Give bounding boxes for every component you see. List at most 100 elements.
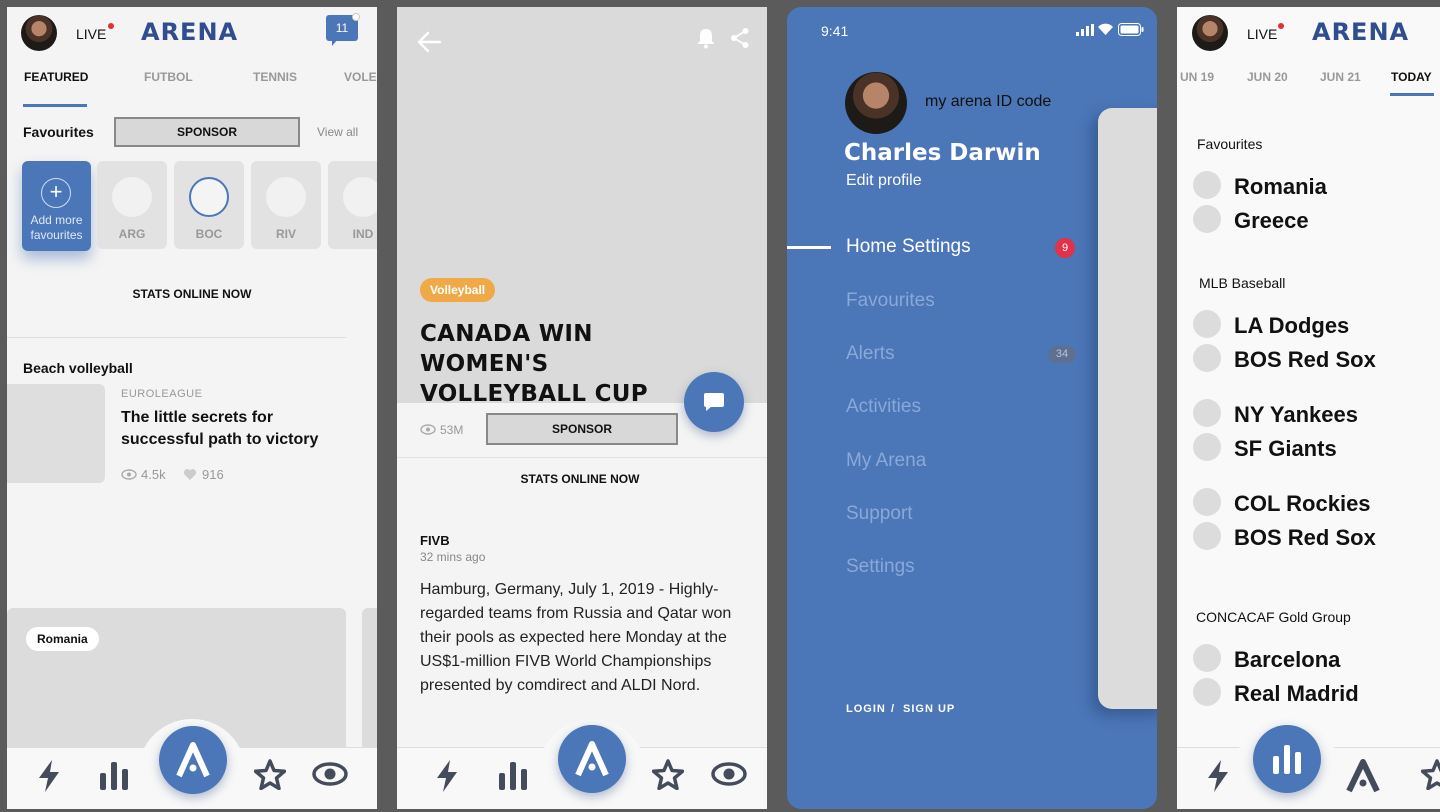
- team-name[interactable]: Barcelona: [1234, 647, 1340, 673]
- team-logo-icon: [1193, 644, 1221, 672]
- team-name[interactable]: BOS Red Sox: [1234, 347, 1376, 373]
- bolt-icon[interactable]: [1206, 759, 1230, 793]
- edit-profile-link[interactable]: Edit profile: [846, 172, 922, 190]
- article-screen: Volleyball CANADA WIN WOMEN'S VOLLEYBALL…: [397, 7, 767, 809]
- team-name[interactable]: LA Dodges: [1234, 313, 1349, 339]
- login-link[interactable]: LOGIN: [846, 703, 886, 715]
- comment-button[interactable]: [684, 372, 744, 432]
- team-name[interactable]: Real Madrid: [1234, 681, 1359, 707]
- category-tag[interactable]: Volleyball: [420, 278, 496, 302]
- alerts-badge: 34: [1048, 346, 1076, 363]
- back-arrow-icon[interactable]: [416, 30, 442, 54]
- sponsor-banner[interactable]: SPONSOR: [486, 413, 678, 445]
- stats-icon: [1273, 745, 1301, 774]
- home-button[interactable]: [558, 725, 626, 793]
- plus-icon: +: [41, 178, 71, 208]
- card-tag: Romania: [26, 627, 99, 651]
- signup-link[interactable]: SIGN UP: [903, 703, 955, 715]
- live-dot: [1278, 23, 1284, 29]
- article-time: 32 mins ago: [420, 550, 486, 564]
- stats-icon[interactable]: [98, 759, 130, 791]
- avatar[interactable]: [21, 15, 57, 51]
- heart-icon[interactable]: [183, 468, 197, 481]
- arena-nav-icon[interactable]: [1346, 759, 1380, 793]
- view-all-link[interactable]: View all: [317, 125, 358, 139]
- eye-icon: [121, 469, 137, 480]
- article-thumbnail[interactable]: [7, 384, 105, 483]
- article-title[interactable]: The little secrets for successful path t…: [121, 407, 341, 451]
- tab-tennis[interactable]: TENNIS: [253, 70, 297, 84]
- add-more-label: Add more favourites: [30, 213, 83, 242]
- bolt-icon[interactable]: [37, 759, 61, 793]
- avatar[interactable]: [1192, 15, 1228, 51]
- divider: [397, 457, 767, 458]
- profile-name: Charles Darwin: [844, 140, 1041, 166]
- article-category: EUROLEAGUE: [121, 388, 203, 400]
- bell-icon[interactable]: [696, 27, 716, 49]
- menu-activities[interactable]: Activities: [846, 396, 921, 418]
- menu-favourites[interactable]: Favourites: [846, 290, 935, 312]
- eye-nav-icon[interactable]: [711, 762, 747, 786]
- stats-online-now[interactable]: STATS ONLINE NOW: [7, 287, 377, 301]
- bolt-icon[interactable]: [435, 759, 459, 793]
- share-icon[interactable]: [730, 27, 750, 49]
- menu-alerts[interactable]: Alerts: [846, 343, 895, 365]
- headline: CANADA WIN WOMEN'S VOLLEYBALL CUP: [420, 321, 648, 407]
- date-today[interactable]: TODAY: [1391, 70, 1432, 84]
- team-name[interactable]: Romania: [1234, 174, 1327, 200]
- star-icon[interactable]: [652, 759, 684, 790]
- view-count: 53M: [440, 423, 464, 437]
- home-button[interactable]: [159, 726, 227, 794]
- sponsor-banner[interactable]: SPONSOR: [114, 117, 300, 147]
- menu-settings[interactable]: Settings: [846, 556, 915, 578]
- stats-icon[interactable]: [497, 759, 529, 791]
- team-logo-icon: [1193, 171, 1221, 199]
- menu-my-arena[interactable]: My Arena: [846, 450, 926, 472]
- featured-screen: LIVE ARENA 11 FEATURED FUTBOL TENNIS VOL…: [7, 7, 377, 809]
- star-icon[interactable]: [254, 759, 286, 790]
- team-name[interactable]: NY Yankees: [1234, 402, 1358, 428]
- stats-online-now[interactable]: STATS ONLINE NOW: [397, 472, 763, 486]
- date-jun-20[interactable]: JUN 20: [1247, 70, 1288, 84]
- team-name[interactable]: COL Rockies: [1234, 491, 1371, 517]
- chat-icon[interactable]: 11: [326, 13, 360, 46]
- date-jun-19[interactable]: UN 19: [1180, 70, 1214, 84]
- home-settings-badge: 9: [1055, 238, 1075, 258]
- menu-screen: 9:41 my arena ID code Charles Darwin Edi…: [787, 7, 1157, 809]
- tab-futbol[interactable]: FUTBOL: [144, 70, 193, 84]
- team-logo-icon: [189, 177, 229, 217]
- team-logo-icon: [1193, 433, 1221, 461]
- active-indicator: [787, 246, 831, 249]
- article-views: 4.5k: [141, 467, 166, 482]
- match-card-next[interactable]: [362, 608, 377, 768]
- team-logo-icon: [1193, 399, 1221, 427]
- live-label[interactable]: LIVE: [1247, 26, 1277, 42]
- arena-logo-icon: [176, 742, 210, 778]
- arena-id-code[interactable]: my arena ID code: [925, 93, 1051, 111]
- menu-home-settings[interactable]: Home Settings: [846, 236, 971, 258]
- star-icon[interactable]: [1421, 759, 1440, 790]
- team-name[interactable]: BOS Red Sox: [1234, 525, 1376, 551]
- favourite-card-riv[interactable]: RIV: [251, 161, 321, 249]
- arena-logo: ARENA: [1312, 18, 1410, 46]
- favourite-card-arg[interactable]: ARG: [97, 161, 167, 249]
- profile-avatar[interactable]: [845, 72, 907, 134]
- arena-logo: ARENA: [141, 18, 239, 46]
- background-screen-preview[interactable]: [1098, 108, 1157, 709]
- tab-volleyball[interactable]: VOLE: [344, 70, 377, 84]
- stats-button[interactable]: [1253, 725, 1321, 793]
- favourite-card-boc[interactable]: BOC: [174, 161, 244, 249]
- tab-featured[interactable]: FEATURED: [24, 70, 88, 84]
- team-name[interactable]: SF Giants: [1234, 436, 1337, 462]
- live-label[interactable]: LIVE: [76, 26, 106, 42]
- chat-dot: [352, 13, 360, 21]
- add-favourite-button[interactable]: + Add more favourites: [22, 161, 91, 251]
- favourite-card-ind[interactable]: IND: [328, 161, 377, 249]
- article-body: Hamburg, Germany, July 1, 2019 - Highly-…: [420, 581, 732, 694]
- favourites-title: Favourites: [23, 124, 94, 140]
- date-jun-21[interactable]: JUN 21: [1320, 70, 1361, 84]
- team-name[interactable]: Greece: [1234, 208, 1309, 234]
- eye-nav-icon[interactable]: [312, 762, 348, 786]
- group-title-favourites: Favourites: [1197, 136, 1263, 152]
- menu-support[interactable]: Support: [846, 503, 913, 525]
